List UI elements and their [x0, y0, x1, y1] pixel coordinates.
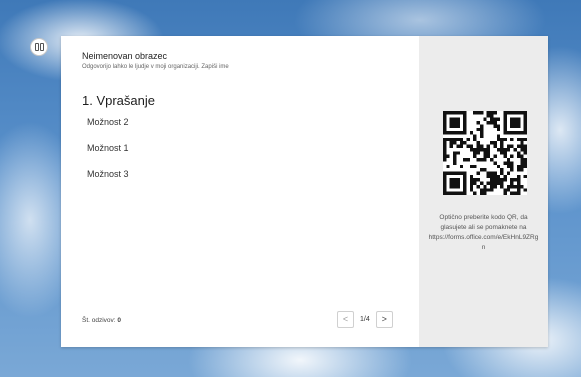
panel-toggle-icon [34, 43, 39, 51]
response-count-value: 0 [117, 317, 122, 324]
option-item: Možnost 3 [87, 169, 129, 179]
qr-instructions: Optično preberite kodo QR, da glasujete … [428, 214, 539, 251]
question-title: 1. Vprašanje [82, 93, 155, 108]
page-indicator: 1/4 [360, 315, 370, 323]
next-button[interactable]: > [375, 310, 393, 328]
pager: < 1/4 > [337, 310, 393, 328]
panel-toggle-button[interactable] [30, 38, 48, 56]
form-title: Neimenovan obrazec [82, 51, 168, 61]
response-count-label: Št. odzivov: [82, 317, 116, 324]
qr-code[interactable] [443, 111, 527, 195]
chevron-right-icon: > [381, 314, 387, 324]
option-item: Možnost 1 [87, 143, 129, 153]
qr-panel: Optično preberite kodo QR, da glasujete … [419, 36, 548, 347]
response-count: Št. odzivov: 0 [82, 317, 121, 324]
previous-button[interactable]: < [337, 310, 354, 328]
question-panel: Neimenovan obrazec Odgovorijo lahko le l… [61, 36, 419, 347]
chevron-left-icon: < [342, 314, 349, 324]
panel-toggle-icon-bar [39, 43, 44, 51]
form-subtitle: Odgovorijo lahko le ljudje v moji organi… [82, 64, 229, 70]
presentation-card: Neimenovan obrazec Odgovorijo lahko le l… [61, 36, 548, 347]
option-item: Možnost 2 [87, 117, 129, 127]
